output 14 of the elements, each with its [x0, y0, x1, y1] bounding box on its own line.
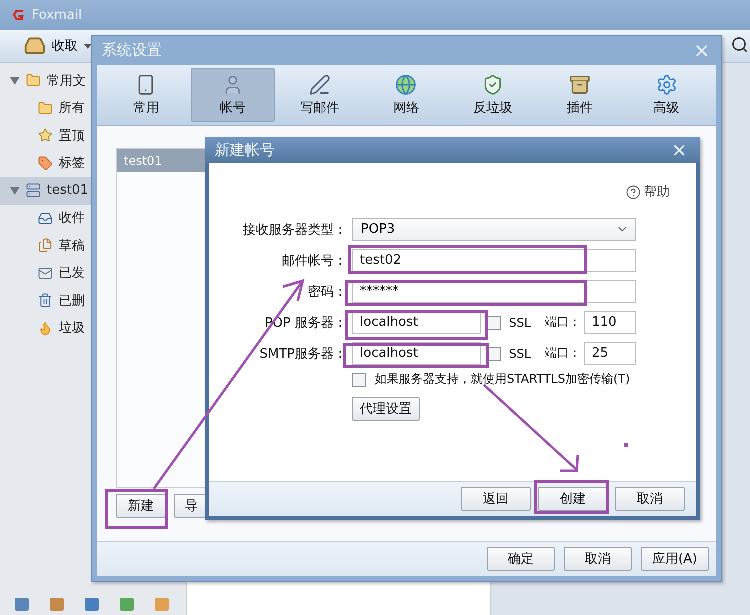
- field-label: 邮件帐号：: [281, 252, 347, 270]
- folder-label: test01: [47, 183, 89, 198]
- field-label: 密码：: [307, 284, 347, 300]
- folder-label: 常用文: [47, 72, 86, 90]
- ssl-label: SSL: [509, 316, 531, 330]
- dialog-title: 新建帐号: [215, 140, 275, 160]
- field-label: SMTP服务器：: [258, 346, 347, 362]
- field-label: 接收服务器类型：: [242, 222, 347, 238]
- starttls-label: 如果服务器支持，就使用STARTTLS加密传输(T): [375, 371, 630, 388]
- ssl-label: SSL: [509, 346, 531, 360]
- dialog-title: 系统设置: [102, 41, 162, 60]
- port-label: 端口：: [545, 345, 581, 362]
- window-title: Foxmail: [32, 8, 82, 22]
- port-label: 端口：: [545, 314, 581, 331]
